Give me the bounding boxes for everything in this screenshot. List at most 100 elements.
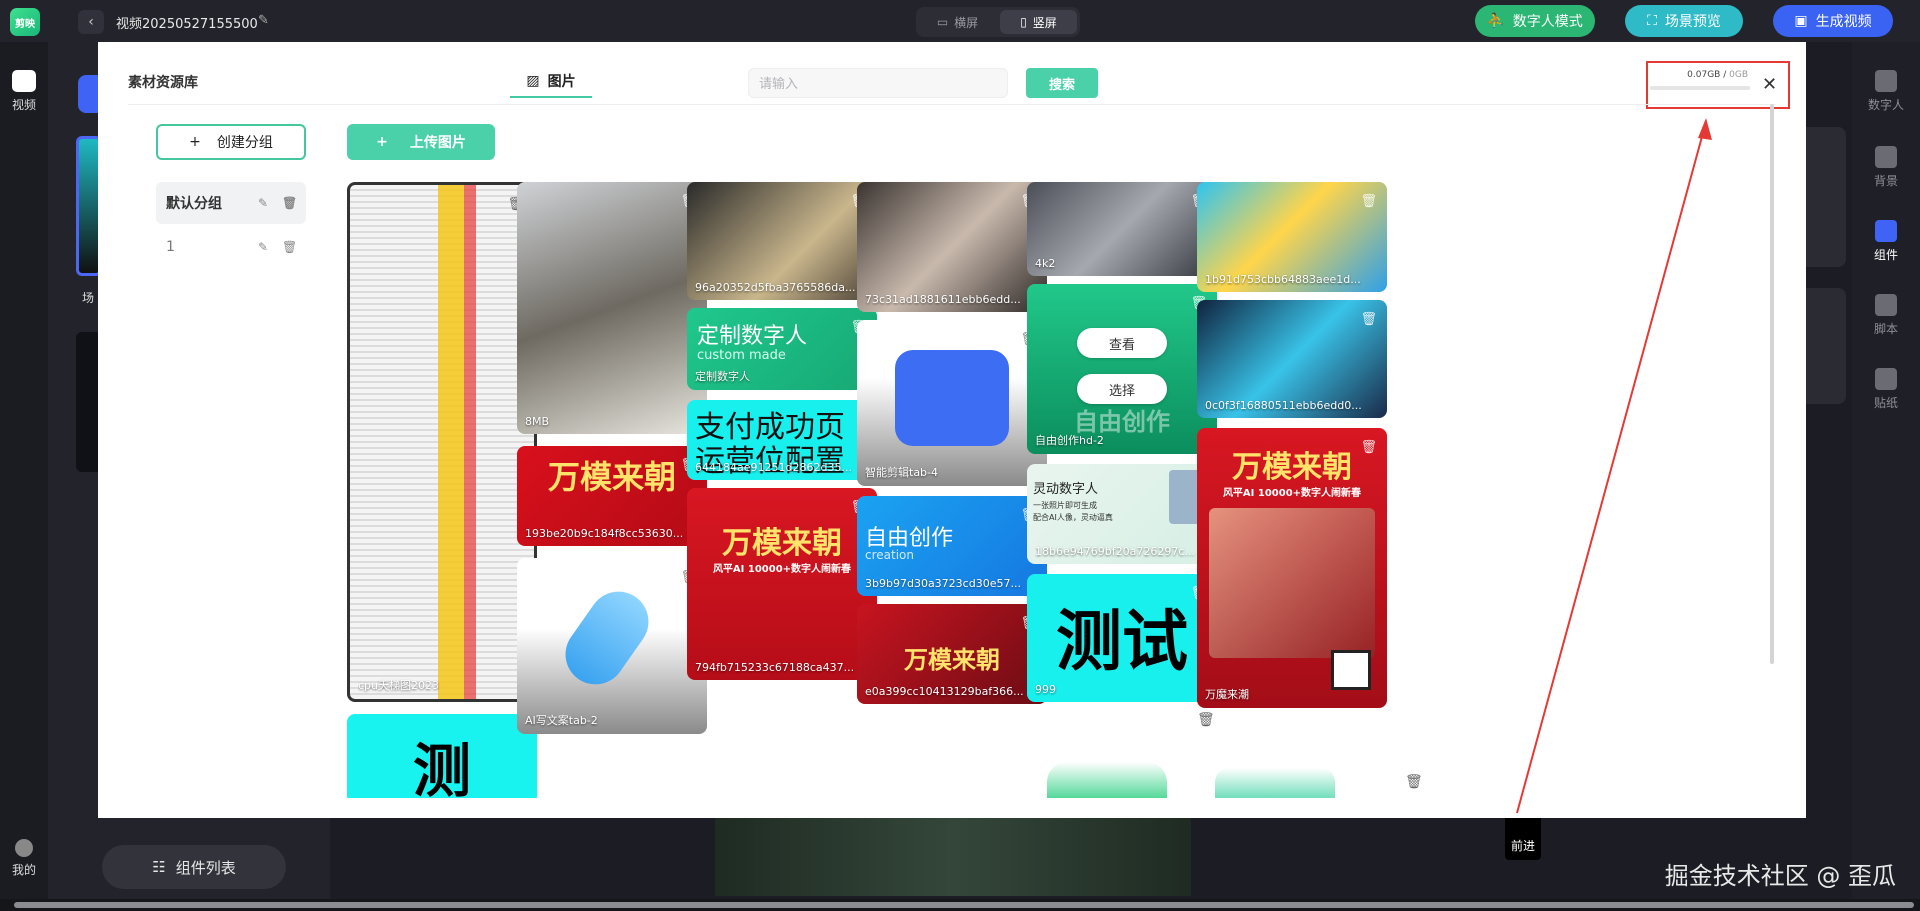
vertical-scrollbar[interactable] xyxy=(1770,104,1774,664)
card-caption: 0c0f3f16880511ebb6edd0... xyxy=(1205,399,1362,412)
card-subtext: 风平AI 10000+数字人闹新春 xyxy=(1222,488,1362,499)
trash-icon[interactable]: 🗑 xyxy=(1405,774,1423,790)
right-rail: 数字人 背景 组件 脚本 贴纸 xyxy=(1852,42,1920,911)
video-icon xyxy=(895,350,1009,446)
card-caption: 999 xyxy=(1035,683,1056,696)
trash-icon[interactable]: 🗑 xyxy=(1197,712,1215,728)
create-group-button[interactable]: + 创建分组 xyxy=(156,124,306,160)
image-card[interactable]: 自由创作 creation 🗑 3b9b97d30a3723cd30e57... xyxy=(857,496,1047,596)
tab-images[interactable]: ▨ 图片 xyxy=(510,66,592,98)
portrait-label: 竖屏 xyxy=(1032,15,1057,30)
group-item-1[interactable]: 1 ✎ 🗑 xyxy=(156,226,306,268)
cpu-chart-bar xyxy=(464,185,476,699)
rail-components[interactable]: 组件 xyxy=(1852,220,1920,263)
modal-title: 素材资源库 xyxy=(128,75,198,91)
image-card[interactable]: 🗑 智能剪辑tab-4 xyxy=(857,320,1047,486)
home-icon xyxy=(1047,762,1167,798)
trash-icon[interactable]: 🗑 xyxy=(282,196,297,210)
canvas-preview xyxy=(715,818,1191,896)
expand-icon: ⛶ xyxy=(1647,13,1657,29)
scrollbar-thumb[interactable] xyxy=(14,902,1914,908)
card-caption: 73c31ad1881611ebb6edd... xyxy=(865,293,1021,306)
image-card[interactable]: 灵动数字人 一张照片即可生成 配合AI人像，灵动逼真 18b6e94769bf2… xyxy=(1027,464,1217,564)
card-text: 万模来朝 xyxy=(722,526,842,561)
storage-used: 0.07GB xyxy=(1687,70,1721,80)
image-card[interactable]: 🗑 8MB xyxy=(517,182,707,434)
search-input[interactable] xyxy=(748,68,1008,98)
landscape-label: 横屏 xyxy=(954,15,979,30)
scene-preview-button[interactable]: ⛶ 场景预览 xyxy=(1625,5,1743,37)
image-card[interactable]: 支付成功页 运营位配置 644184ae91251d2862d35... xyxy=(687,400,877,480)
image-card[interactable]: 测试 🗑 999 xyxy=(1027,574,1217,702)
left-rail: 视频 我的 xyxy=(0,42,48,911)
trash-icon[interactable]: 🗑 xyxy=(282,240,297,254)
trash-icon[interactable]: 🗑 xyxy=(1360,440,1377,455)
edit-icon[interactable]: ✎ xyxy=(258,196,268,210)
select-button[interactable]: 选择 xyxy=(1077,374,1167,404)
rail-components-label: 组件 xyxy=(1873,248,1898,262)
view-button[interactable]: 查看 xyxy=(1077,328,1167,358)
trash-icon[interactable]: 🗑 xyxy=(1360,312,1377,327)
asset-library-modal: 素材资源库 ▨ 图片 搜索 0.07GB / 0GB ✕ + 创建分组 默认分组 ✎ 🗑… xyxy=(98,42,1806,818)
upload-image-button[interactable]: + 上传图片 xyxy=(347,124,495,160)
group-item-default[interactable]: 默认分组 ✎ 🗑 xyxy=(156,182,306,224)
background-icon xyxy=(1875,146,1897,168)
image-card[interactable]: 🗑 1b91d753cbb64883aee1d... xyxy=(1197,182,1387,292)
rail-me[interactable]: 我的 xyxy=(0,839,48,878)
rail-digital-human[interactable]: 数字人 xyxy=(1852,70,1920,113)
portrait-option[interactable]: ▯ 竖屏 xyxy=(1000,10,1077,34)
card-caption: AI写文案tab-2 xyxy=(525,714,598,727)
image-card[interactable]: 万模来朝 风平AI 10000+数字人闹新春 🗑 万魔来潮 xyxy=(1197,428,1387,708)
image-card[interactable]: 🗑 96a20352d5fba3765586da... xyxy=(687,182,877,300)
search-button[interactable]: 搜索 xyxy=(1026,68,1098,98)
close-icon[interactable]: ✕ xyxy=(1762,74,1777,95)
rail-background[interactable]: 背景 xyxy=(1852,146,1920,189)
rail-background-label: 背景 xyxy=(1873,174,1898,188)
image-card[interactable]: 🗑 cpu天梯图2023 xyxy=(347,182,537,702)
card-text: 测 试 xyxy=(412,737,471,798)
card-caption: 自由创作hd-2 xyxy=(1035,434,1104,447)
upload-image-label: 上传图片 xyxy=(409,135,466,151)
rail-digital-human-label: 数字人 xyxy=(1867,98,1904,112)
app-logo[interactable]: 剪映 xyxy=(10,8,40,36)
image-card[interactable]: 🗑 0c0f3f16880511ebb6edd0... xyxy=(1197,300,1387,418)
image-card[interactable]: 🗑 4k2 xyxy=(1027,182,1217,276)
card-caption: 193be20b9c184f8cc53630... xyxy=(525,527,684,540)
group-item-label: 1 xyxy=(166,239,175,255)
card-text: 测试 xyxy=(1056,603,1188,680)
plus-icon: + xyxy=(189,134,201,150)
image-card[interactable]: 🗑 查看 选择 自由创作 自由创作hd-2 xyxy=(1027,284,1217,454)
image-card[interactable]: 🗑 73c31ad1881611ebb6edd... xyxy=(857,182,1047,312)
trash-icon[interactable]: 🗑 xyxy=(1360,194,1377,209)
image-card[interactable]: 万模来朝 风平AI 10000+数字人闹新春 🗑 794fb715233c671… xyxy=(687,488,877,680)
edit-icon[interactable]: ✎ xyxy=(258,13,269,28)
back-button[interactable]: ‹ xyxy=(78,10,104,34)
sticker-icon xyxy=(1875,368,1897,390)
card-text: 定制数字人 xyxy=(697,324,808,349)
group-item-label: 默认分组 xyxy=(166,196,222,212)
landscape-option[interactable]: ▭ 横屏 xyxy=(919,10,996,34)
generate-video-label: 生成视频 xyxy=(1815,14,1872,30)
card-caption: 万魔来潮 xyxy=(1205,688,1249,701)
create-group-label: 创建分组 xyxy=(216,135,273,151)
digital-human-mode-button[interactable]: ⛹ 数字人模式 xyxy=(1475,5,1595,37)
image-card[interactable]: 定制数字人 custom made 🗑 定制数字人 xyxy=(687,308,877,390)
edit-icon[interactable]: ✎ xyxy=(258,240,268,254)
rail-sticker[interactable]: 贴纸 xyxy=(1852,368,1920,411)
generate-video-button[interactable]: ▣ 生成视频 xyxy=(1773,5,1893,37)
sliders-icon: ☷ xyxy=(152,858,166,876)
image-card[interactable]: 万模来朝 🗑 e0a399cc10413129baf366... xyxy=(857,604,1047,704)
tab-images-label: 图片 xyxy=(547,74,576,90)
portrait-icon: ▯ xyxy=(1020,15,1027,29)
rail-script[interactable]: 脚本 xyxy=(1852,294,1920,337)
image-card[interactable]: 万模来朝 🗑 193be20b9c184f8cc53630... xyxy=(517,446,707,546)
card-subtext: 风平AI 10000+数字人闹新春 xyxy=(712,564,852,575)
image-card[interactable]: 测 试 xyxy=(347,714,537,798)
card-caption: e0a399cc10413129baf366... xyxy=(865,685,1024,698)
horizontal-scrollbar[interactable] xyxy=(0,899,1920,911)
image-card[interactable]: 🗑 AI写文案tab-2 xyxy=(517,558,707,734)
component-list-button[interactable]: ☷ 组件列表 xyxy=(102,845,286,889)
storage-usage: 0.07GB / 0GB xyxy=(1687,70,1748,80)
landscape-icon: ▭ xyxy=(936,15,949,29)
rail-video[interactable]: 视频 xyxy=(0,70,48,113)
